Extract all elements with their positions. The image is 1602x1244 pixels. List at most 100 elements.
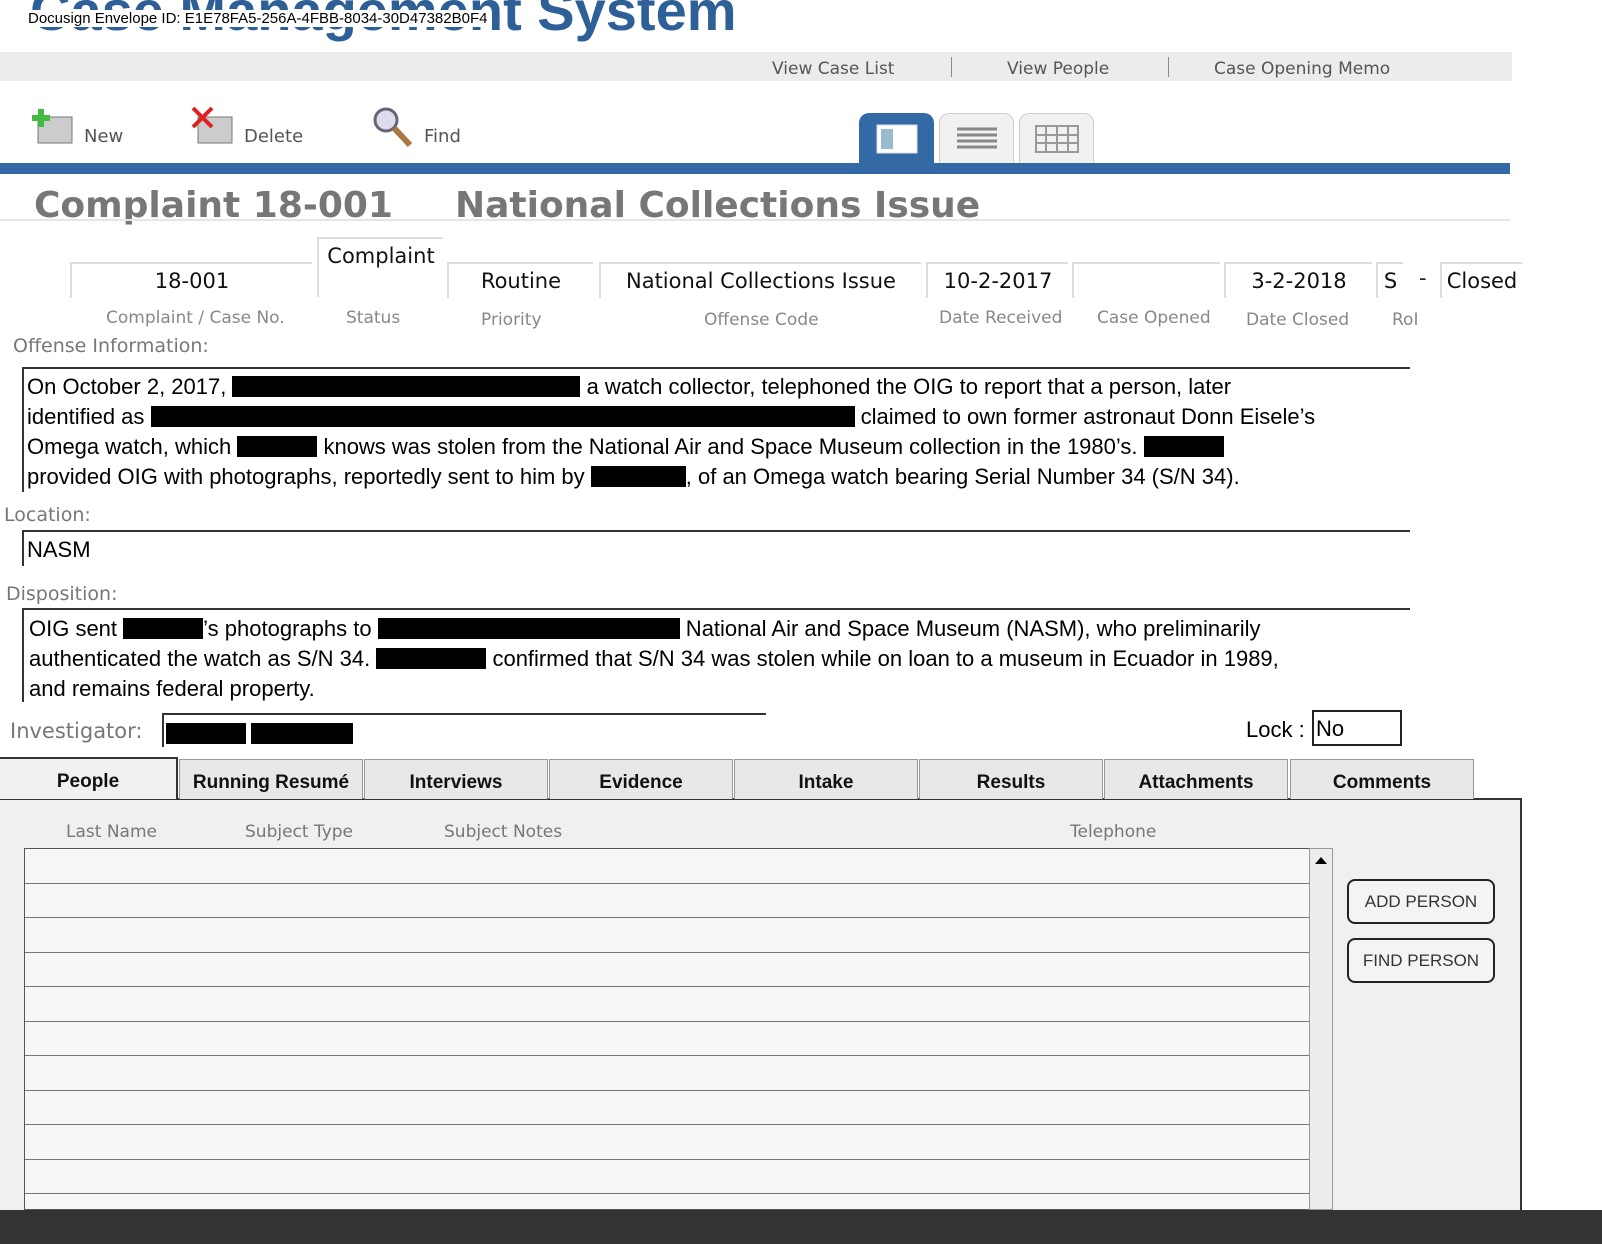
column-last-name: Last Name [66, 822, 157, 842]
date-received-field[interactable]: 10-2-2017 [926, 262, 1068, 298]
add-person-button[interactable]: ADD PERSON [1347, 879, 1495, 924]
roi-status-field[interactable]: Closed [1440, 262, 1522, 298]
column-telephone: Telephone [1070, 822, 1157, 842]
redaction [237, 436, 318, 457]
delete-button[interactable]: Delete [190, 105, 303, 147]
list-row[interactable] [25, 1125, 1309, 1160]
nav-separator [951, 57, 952, 77]
text: provided OIG with photographs, reportedl… [27, 464, 585, 489]
lock-field[interactable]: No [1312, 710, 1402, 746]
people-list[interactable] [24, 848, 1310, 1210]
case-opened-field[interactable] [1072, 262, 1220, 298]
text: identified as [27, 404, 145, 429]
text: confirmed that S/N 34 was stolen while o… [486, 646, 1279, 671]
heading-divider [0, 219, 1510, 221]
scrollbar[interactable] [1309, 848, 1333, 1210]
tab-running-resume[interactable]: Running Resumé [179, 759, 363, 799]
grid-view-icon [1034, 124, 1079, 153]
text: Omega watch, which [27, 434, 232, 459]
list-view-icon [956, 127, 997, 148]
list-row[interactable] [25, 849, 1309, 884]
location-field[interactable]: NASM [22, 530, 1410, 566]
list-row[interactable] [25, 918, 1309, 953]
nav-separator [1168, 57, 1169, 77]
list-view-tab[interactable] [939, 113, 1014, 163]
disposition-field[interactable]: OIG sent ’s photographs to National Air … [22, 608, 1410, 702]
lock-label: Lock : [1246, 717, 1305, 742]
text: On October 2, 2017, [27, 374, 227, 399]
column-subject-notes: Subject Notes [444, 822, 563, 842]
nav-view-people[interactable]: View People [1007, 59, 1109, 79]
tab-interviews[interactable]: Interviews [364, 759, 548, 799]
redaction [123, 618, 204, 639]
date-closed-field[interactable]: 3-2-2018 [1224, 262, 1372, 298]
toolbar-divider [0, 163, 1510, 174]
date-closed-label: Date Closed [1246, 310, 1350, 330]
offense-info-label: Offense Information: [13, 335, 209, 357]
redaction [232, 376, 581, 397]
tab-intake[interactable]: Intake [734, 759, 918, 799]
delete-label: Delete [244, 126, 304, 147]
tab-results[interactable]: Results [919, 759, 1103, 799]
column-subject-type: Subject Type [245, 822, 354, 842]
list-row[interactable] [25, 884, 1309, 918]
new-icon [32, 109, 73, 144]
nav-view-case-list[interactable]: View Case List [772, 59, 894, 79]
list-row[interactable] [25, 1056, 1309, 1091]
text: authenticated the watch as S/N 34. [29, 646, 371, 671]
redaction [1143, 436, 1224, 457]
offense-code-field[interactable]: National Collections Issue [599, 262, 921, 298]
priority-label: Priority [481, 310, 542, 330]
scroll-up-icon[interactable] [1310, 849, 1332, 871]
tab-attachments[interactable]: Attachments [1104, 759, 1288, 799]
nav-case-opening-memo[interactable]: Case Opening Memo [1214, 59, 1390, 79]
new-button[interactable]: New [30, 105, 123, 147]
envelope-id: Docusign Envelope ID: E1E78FA5-256A-4FBB… [26, 10, 490, 27]
roi-field[interactable]: S [1376, 262, 1403, 298]
investigator-field[interactable] [162, 713, 766, 747]
form-view-tab[interactable] [859, 113, 934, 163]
date-received-label: Date Received [939, 308, 1063, 328]
investigator-label: Investigator: [10, 719, 143, 743]
roi-label: RoI [1392, 310, 1419, 330]
case-opened-label: Case Opened [1097, 308, 1211, 328]
list-row[interactable] [25, 1091, 1309, 1125]
find-person-button[interactable]: FIND PERSON [1347, 938, 1495, 983]
text: and remains federal property. [29, 676, 315, 701]
text: ’s photographs to [203, 616, 372, 641]
find-button[interactable]: Find [370, 105, 461, 147]
nav-bar: View Case List View People Case Opening … [0, 52, 1512, 81]
list-row[interactable] [25, 1160, 1309, 1194]
list-row[interactable] [25, 987, 1309, 1022]
text: OIG sent [29, 616, 118, 641]
redaction [376, 648, 487, 669]
redaction [166, 723, 246, 744]
location-label: Location: [4, 504, 91, 526]
redaction [251, 723, 354, 744]
tab-comments[interactable]: Comments [1290, 759, 1474, 799]
text: claimed to own former astronaut Donn Eis… [860, 404, 1316, 429]
grid-view-tab[interactable] [1019, 113, 1094, 163]
bottom-bar [0, 1210, 1602, 1244]
text: knows was stolen from the National Air a… [323, 434, 1138, 459]
list-row[interactable] [25, 1022, 1309, 1056]
tab-people[interactable]: People [0, 757, 178, 799]
case-no-label: Complaint / Case No. [106, 308, 285, 328]
redaction [377, 618, 680, 639]
tab-evidence[interactable]: Evidence [549, 759, 733, 799]
status-label: Status [346, 308, 401, 328]
priority-field[interactable]: Routine [447, 262, 593, 298]
text: National Air and Space Museum (NASM), wh… [679, 616, 1261, 641]
form-view-icon [876, 124, 917, 153]
text: a watch collector, telephoned the OIG to… [580, 374, 1232, 399]
case-no-field[interactable]: 18-001 [70, 262, 312, 298]
status-field[interactable]: Complaint [317, 237, 443, 297]
offense-info-field[interactable]: On October 2, 2017, a watch collector, t… [22, 367, 1410, 492]
roi-separator: - [1419, 266, 1427, 290]
find-label: Find [424, 126, 461, 147]
redaction [590, 466, 686, 487]
list-row[interactable] [25, 953, 1309, 987]
redaction [150, 406, 855, 427]
text: , of an Omega watch bearing Serial Numbe… [685, 464, 1240, 489]
magnifier-icon [373, 107, 413, 147]
